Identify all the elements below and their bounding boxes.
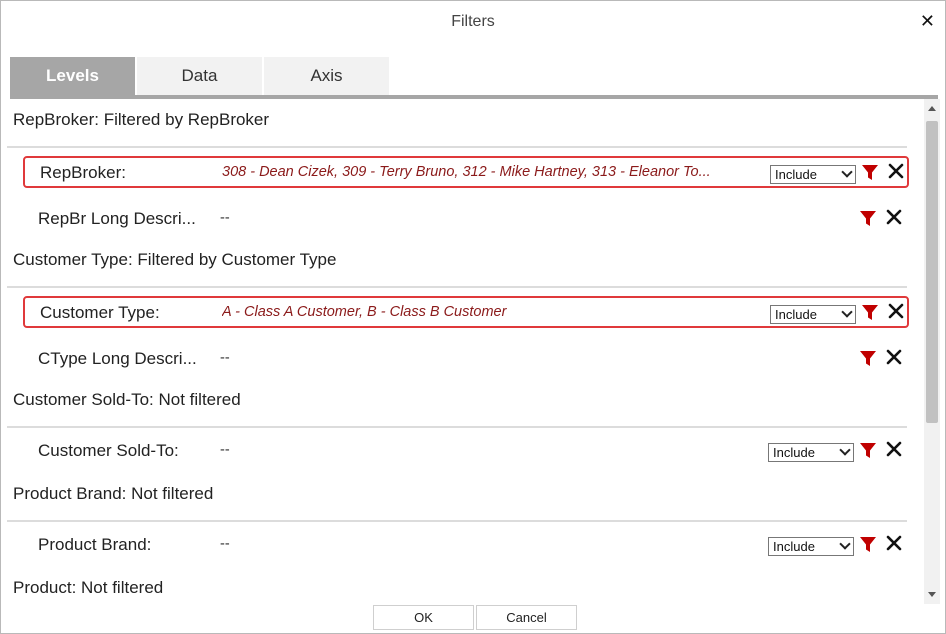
filter-values[interactable]: 308 - Dean Cizek, 309 - Terry Bruno, 312…: [222, 164, 762, 180]
close-icon[interactable]: ✕: [920, 11, 935, 31]
include-select-value: Include: [775, 167, 817, 182]
group-header: Product: Not filtered: [13, 578, 164, 597]
level-label: RepBroker:: [40, 163, 126, 182]
chevron-down-icon: [841, 306, 853, 318]
button-bar: OK Cancel: [1, 604, 945, 632]
include-select-value: Include: [773, 539, 815, 554]
remove-x-icon[interactable]: [885, 534, 903, 552]
group-header: Product Brand: Not filtered: [13, 484, 214, 503]
include-select[interactable]: Include: [770, 165, 856, 184]
level-label: RepBr Long Descri...: [38, 209, 196, 228]
filter-values[interactable]: --: [220, 210, 760, 226]
levels-list: RepBroker: Filtered by RepBroker RepBroke…: [7, 99, 924, 604]
level-row: Product Brand: -- Include: [23, 530, 909, 562]
scroll-thumb[interactable]: [926, 121, 938, 423]
group-header: RepBroker: Filtered by RepBroker: [13, 110, 270, 129]
include-select-value: Include: [775, 307, 817, 322]
vertical-scrollbar[interactable]: [924, 99, 940, 604]
remove-x-icon[interactable]: [887, 302, 905, 320]
chevron-down-icon: [839, 444, 851, 456]
remove-x-icon[interactable]: [887, 162, 905, 180]
filter-funnel-icon[interactable]: [859, 536, 877, 554]
filter-values[interactable]: --: [220, 536, 760, 552]
chevron-down-icon: [841, 166, 853, 178]
remove-x-icon[interactable]: [885, 440, 903, 458]
include-select[interactable]: Include: [768, 537, 854, 556]
filter-funnel-icon[interactable]: [861, 164, 879, 182]
level-row: RepBroker: 308 - Dean Cizek, 309 - Terry …: [23, 156, 909, 188]
level-row: RepBr Long Descri... --: [23, 204, 909, 236]
group-header: Customer Sold-To: Not filtered: [13, 390, 241, 409]
chevron-down-icon: [839, 538, 851, 550]
filter-values[interactable]: --: [220, 350, 760, 366]
group-header: Customer Type: Filtered by Customer Type: [13, 250, 337, 269]
filter-values[interactable]: --: [220, 442, 760, 458]
level-row: Customer Sold-To: -- Include: [23, 436, 909, 468]
group-divider: [7, 426, 907, 428]
ok-button[interactable]: OK: [373, 605, 474, 630]
filter-funnel-icon[interactable]: [861, 304, 879, 322]
group-divider: [7, 146, 907, 148]
include-select-value: Include: [773, 445, 815, 460]
level-label: Product Brand:: [38, 535, 152, 554]
dialog-title: Filters: [451, 13, 495, 30]
group-divider: [7, 286, 907, 288]
group-divider: [7, 520, 907, 522]
level-row: Customer Type: A - Class A Customer, B - …: [23, 296, 909, 328]
remove-x-icon[interactable]: [885, 348, 903, 366]
filter-funnel-icon[interactable]: [859, 210, 877, 228]
filter-funnel-icon[interactable]: [859, 442, 877, 460]
scroll-down-arrow-icon[interactable]: [928, 592, 936, 597]
tab-axis[interactable]: Axis: [264, 57, 389, 95]
scroll-up-arrow-icon[interactable]: [928, 106, 936, 111]
include-select[interactable]: Include: [768, 443, 854, 462]
remove-x-icon[interactable]: [885, 208, 903, 226]
level-label: Customer Sold-To:: [38, 441, 179, 460]
filters-dialog: Filters ✕ Levels Data Axis RepBroker: Fi…: [0, 0, 946, 634]
level-label: CType Long Descri...: [38, 349, 197, 368]
filter-values[interactable]: A - Class A Customer, B - Class B Custom…: [222, 304, 762, 320]
tab-data[interactable]: Data: [137, 57, 262, 95]
level-label: Customer Type:: [40, 303, 160, 322]
cancel-button[interactable]: Cancel: [476, 605, 577, 630]
include-select[interactable]: Include: [770, 305, 856, 324]
filter-funnel-icon[interactable]: [859, 350, 877, 368]
tab-strip: Levels Data Axis: [10, 57, 391, 95]
tab-levels[interactable]: Levels: [10, 57, 135, 95]
level-row: CType Long Descri... --: [23, 344, 909, 376]
